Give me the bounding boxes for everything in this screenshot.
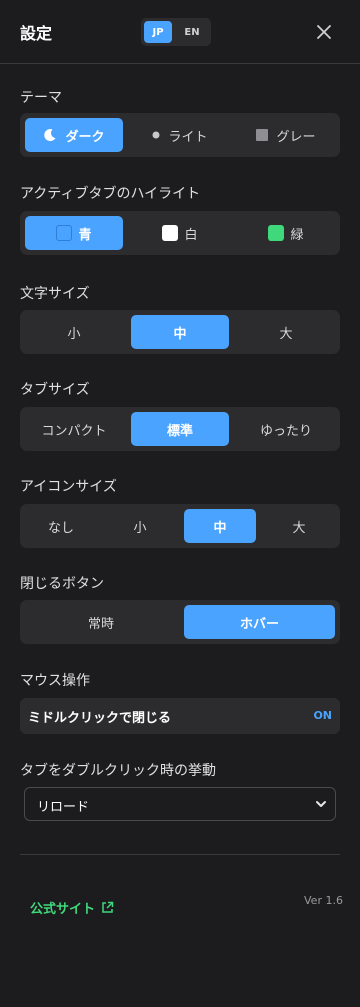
theme-segment: ダーク ライト グレー <box>20 113 340 157</box>
moon-icon <box>44 129 56 142</box>
highlight-blue-option[interactable]: 青 <box>25 216 123 250</box>
version-text: Ver 1.6 <box>304 894 343 907</box>
mouse-label: マウス操作 <box>20 673 90 689</box>
close-button[interactable] <box>314 22 334 42</box>
divider <box>20 854 340 855</box>
icon-size-segment: なし 小 中 大 <box>20 504 340 548</box>
icon-size-label: アイコンサイズ <box>20 479 117 495</box>
blue-swatch <box>56 225 73 241</box>
highlight-green-option[interactable]: 緑 <box>237 216 335 250</box>
dblclick-value: リロード <box>37 800 90 815</box>
tab-size-standard-option[interactable]: 標準 <box>131 412 229 446</box>
tab-size-label: タブサイズ <box>20 382 90 398</box>
highlight-label: アクティブタブのハイライト <box>20 186 201 202</box>
icon-size-small-option[interactable]: 小 <box>104 509 176 543</box>
external-link-icon <box>102 901 114 913</box>
middle-click-toggle[interactable]: ミドルクリックで閉じる ON <box>20 698 340 734</box>
highlight-white-label: 白 <box>184 227 198 243</box>
close-button-segment: 常時 ホバー <box>20 600 340 644</box>
close-icon <box>317 25 331 39</box>
theme-label: テーマ <box>20 90 62 106</box>
middle-click-value: ON <box>313 709 332 722</box>
font-size-large-option[interactable]: 大 <box>237 315 335 349</box>
tab-size-segment: コンパクト 標準 ゆったり <box>20 407 340 451</box>
theme-gray-label: グレー <box>276 129 316 145</box>
middle-click-label: ミドルクリックで閉じる <box>28 711 172 726</box>
icon-size-none-option[interactable]: なし <box>25 509 97 543</box>
theme-light-option[interactable]: ライト <box>131 118 229 152</box>
highlight-green-label: 緑 <box>290 227 304 243</box>
dot-icon <box>152 131 160 139</box>
tab-size-compact-option[interactable]: コンパクト <box>25 412 123 446</box>
highlight-segment: 青 白 緑 <box>20 211 340 255</box>
font-size-label: 文字サイズ <box>20 286 90 302</box>
font-size-small-option[interactable]: 小 <box>25 315 123 349</box>
language-switch: JP EN <box>141 18 211 46</box>
close-always-option[interactable]: 常時 <box>25 605 177 639</box>
close-button-label: 閉じるボタン <box>20 576 104 592</box>
official-site-label: 公式サイト <box>30 902 96 917</box>
highlight-white-option[interactable]: 白 <box>131 216 229 250</box>
icon-size-medium-option[interactable]: 中 <box>184 509 256 543</box>
dblclick-label: タブをダブルクリック時の挙動 <box>20 763 216 779</box>
official-site-link[interactable]: 公式サイト <box>30 898 114 917</box>
green-swatch <box>268 225 285 241</box>
dblclick-select[interactable]: リロード <box>24 787 336 821</box>
theme-dark-option[interactable]: ダーク <box>25 118 123 152</box>
highlight-blue-label: 青 <box>78 227 92 243</box>
icon-size-large-option[interactable]: 大 <box>263 509 335 543</box>
theme-light-label: ライト <box>168 129 208 145</box>
header: 設定 JP EN <box>0 0 360 64</box>
chevron-down-icon <box>316 801 326 807</box>
lang-jp-button[interactable]: JP <box>144 21 172 43</box>
font-size-medium-option[interactable]: 中 <box>131 315 229 349</box>
close-hover-option[interactable]: ホバー <box>184 605 335 639</box>
square-icon <box>256 129 269 141</box>
theme-gray-option[interactable]: グレー <box>237 118 335 152</box>
page-title: 設定 <box>20 24 53 43</box>
tab-size-relaxed-option[interactable]: ゆったり <box>237 412 335 446</box>
theme-dark-label: ダーク <box>65 129 105 145</box>
white-swatch <box>162 225 179 241</box>
font-size-segment: 小 中 大 <box>20 310 340 354</box>
lang-en-button[interactable]: EN <box>178 21 206 43</box>
